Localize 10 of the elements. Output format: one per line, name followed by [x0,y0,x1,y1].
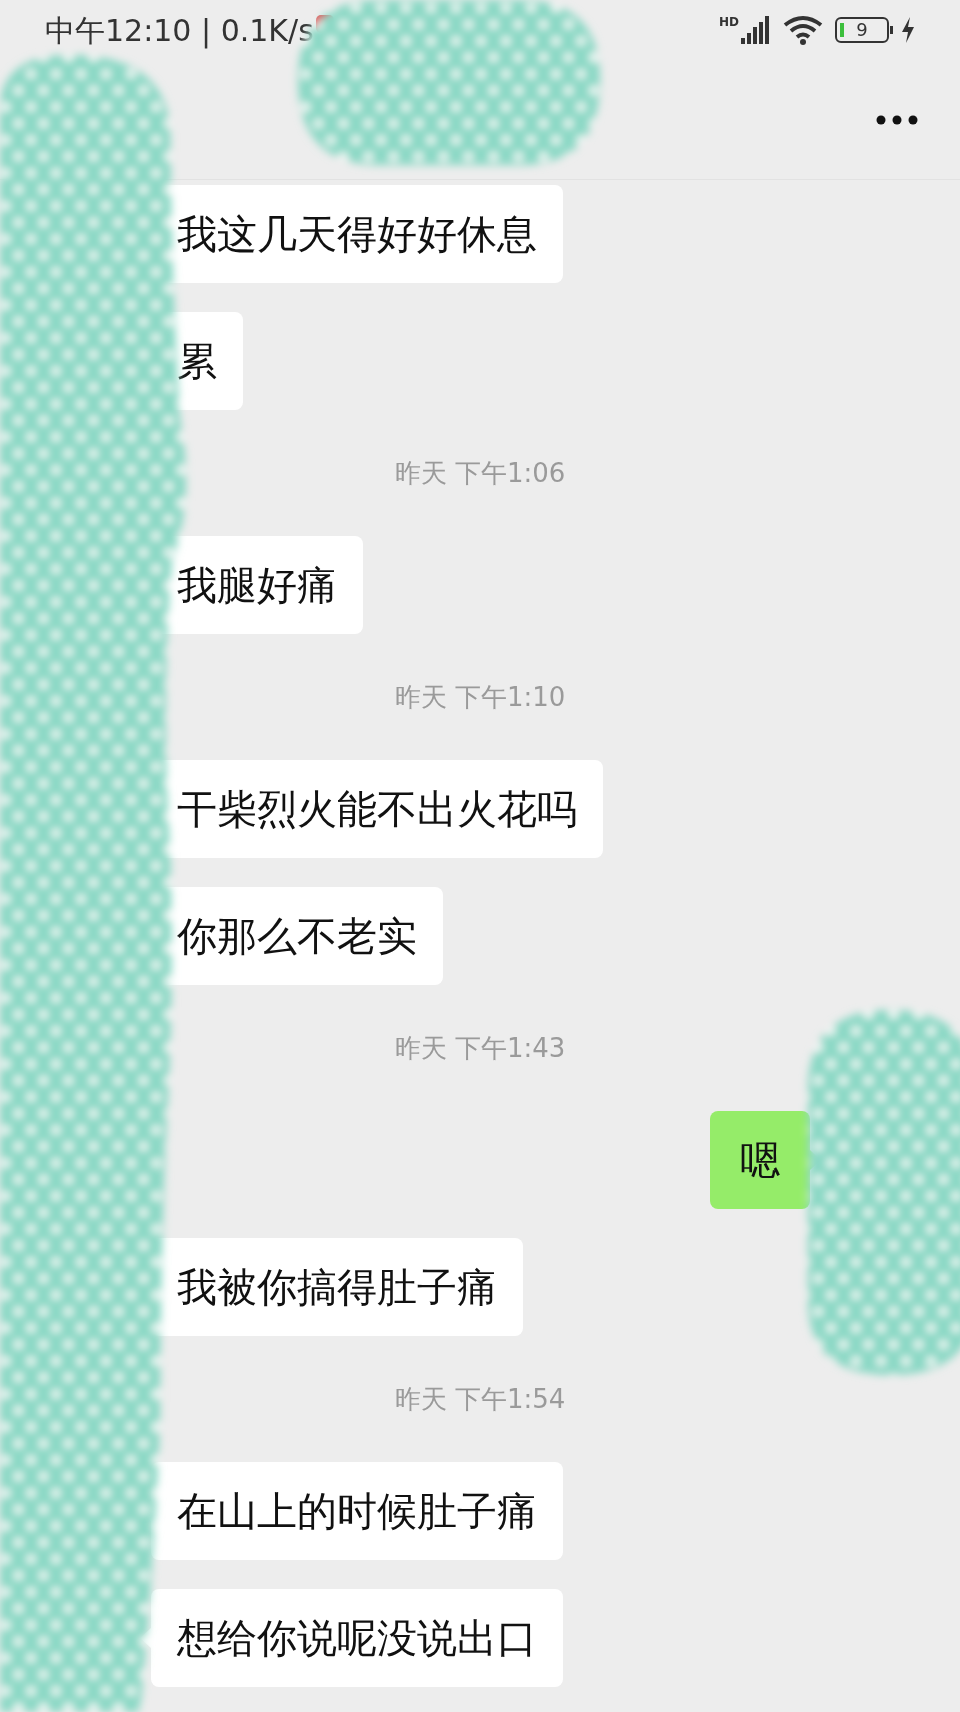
wifi-icon [783,15,823,45]
timestamp: 昨天 下午1:06 [394,456,566,490]
timestamp: 昨天 下午1:10 [394,680,566,714]
status-text: 中午12:10 | 0.1K/s [45,11,314,51]
timestamp: 昨天 下午1:54 [394,1382,566,1416]
more-icon[interactable] [876,114,918,125]
charging-icon [901,17,915,43]
signal-icon [741,16,771,44]
timestamp: 昨天 下午1:43 [394,1031,566,1065]
network-label: HD [719,16,739,28]
